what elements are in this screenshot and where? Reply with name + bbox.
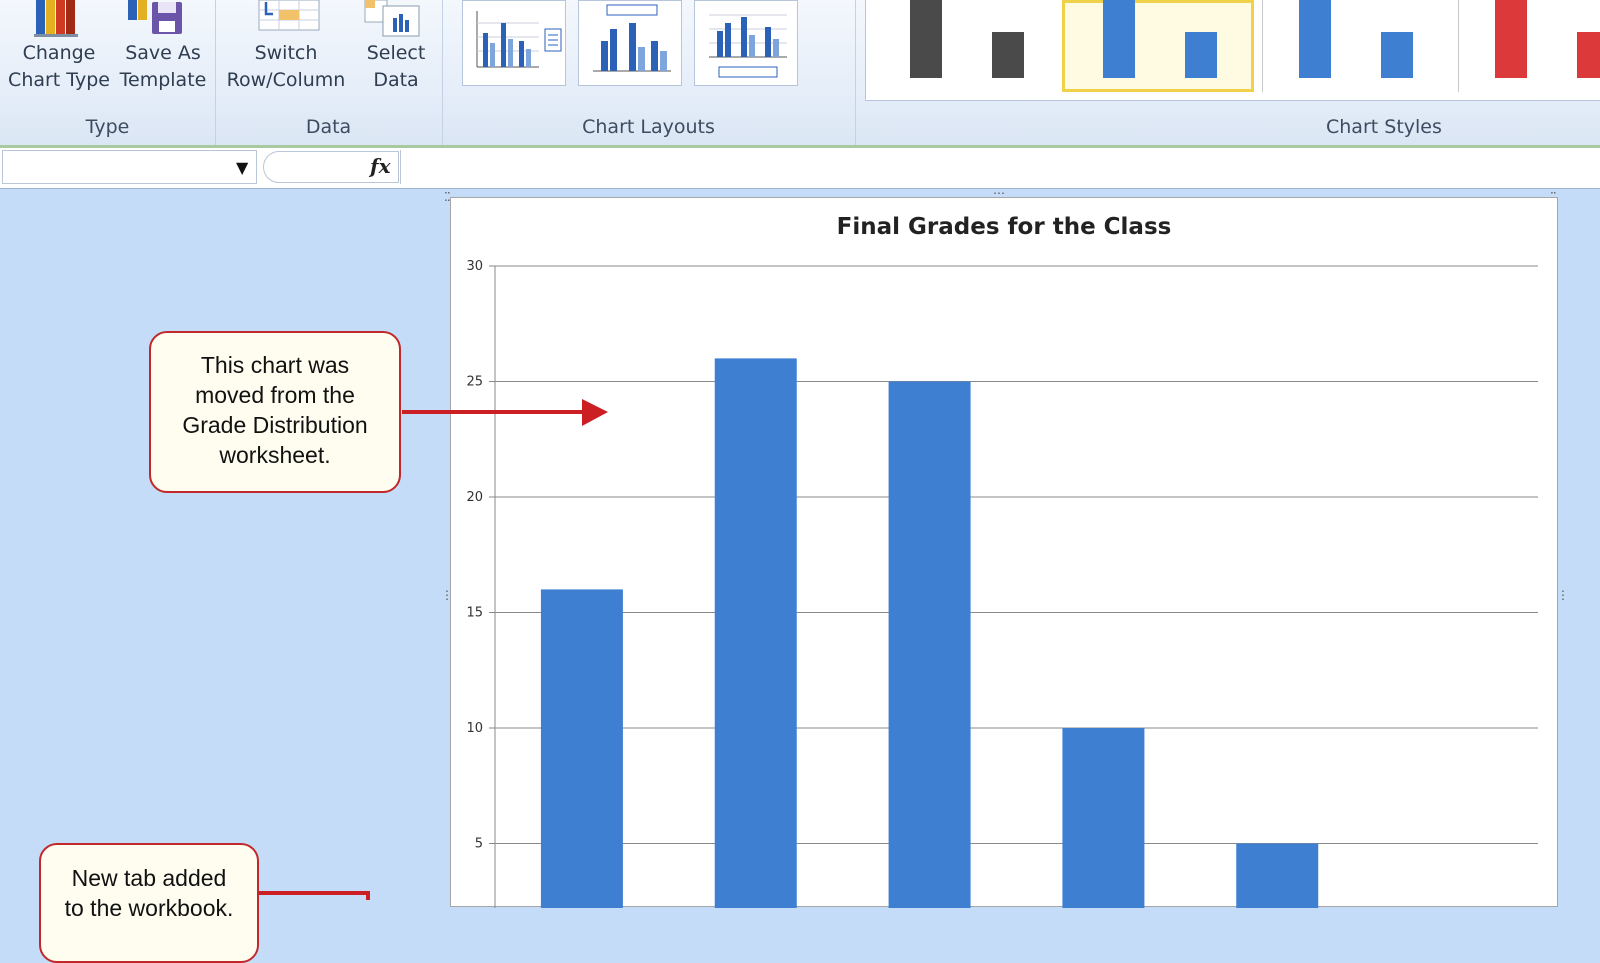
callout-moved-line3: Grade Distribution [182, 412, 368, 438]
new-tab-arrow-line [258, 891, 370, 900]
callout-new-tab: New tab added to the workbook. [39, 843, 259, 963]
callout-chart-moved: This chart was moved from the Grade Dist… [149, 331, 401, 493]
callout-moved-line1: This chart was [200, 352, 350, 378]
callout-new-tab-line1: New tab added [71, 865, 227, 891]
callout-moved-line2: moved from the [195, 382, 355, 408]
callout-new-tab-line2: to the workbook. [64, 895, 234, 921]
callout-moved-line4: worksheet. [219, 442, 331, 468]
moved-arrow-head-icon [582, 399, 608, 426]
